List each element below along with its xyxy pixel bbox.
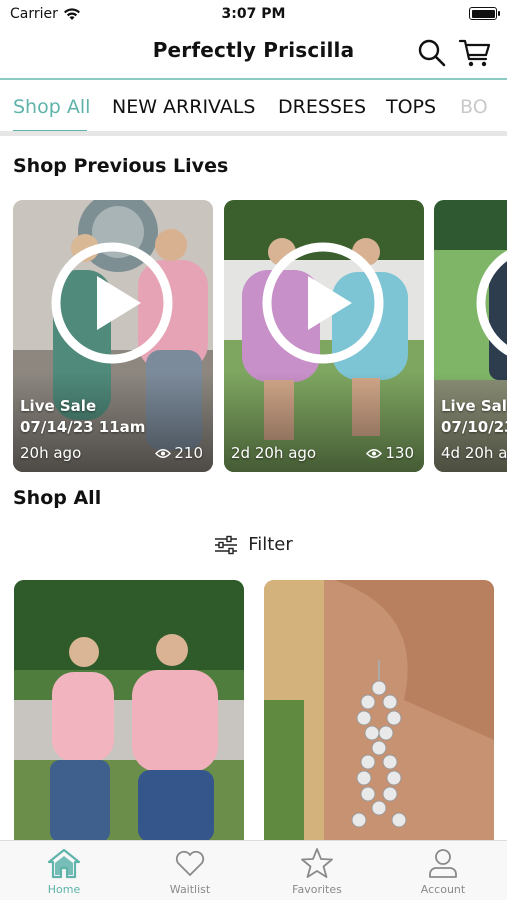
heart-icon <box>175 850 205 876</box>
view-count-value: 210 <box>174 444 203 462</box>
previous-lives-carousel: Live Sale 07/14/23 11am 20h ago 210 2d 2… <box>0 200 507 472</box>
eye-icon <box>366 448 383 458</box>
live-card[interactable]: Live Sale 07/10/23 4d 20h a <box>434 200 507 472</box>
play-icon <box>476 250 507 356</box>
tab-bar-label: Favorites <box>292 883 342 896</box>
tab-bar-favorites[interactable]: Favorites <box>267 847 367 896</box>
star-icon <box>301 848 333 878</box>
live-title: Live Sale <box>441 397 507 415</box>
filter-button[interactable]: Filter <box>0 534 507 555</box>
tab-bo[interactable]: BO <box>460 96 488 118</box>
tab-dresses[interactable]: DRESSES <box>278 96 366 118</box>
search-icon <box>418 39 446 67</box>
live-age: 4d 20h a <box>441 444 507 462</box>
bottom-tab-bar: Home Waitlist Favorites Account <box>0 840 507 900</box>
person-icon <box>429 849 457 878</box>
battery-icon <box>469 7 500 20</box>
live-title: Live Sale <box>20 397 97 415</box>
active-tab-indicator <box>13 130 87 131</box>
live-meta: 4d 20h a <box>441 444 507 462</box>
nav-bar: Perfectly Priscilla <box>0 28 507 78</box>
status-bar: Carrier 3:07 PM <box>0 0 507 28</box>
product-image <box>264 580 494 842</box>
tab-bar-waitlist[interactable]: Waitlist <box>140 847 240 896</box>
home-icon <box>47 848 81 879</box>
live-meta: 20h ago 210 <box>20 444 203 462</box>
live-meta: 2d 20h ago 130 <box>231 444 414 462</box>
live-info: Live Sale 07/14/23 11am <box>20 396 145 438</box>
play-icon <box>51 242 173 364</box>
tab-bar-label: Account <box>420 883 466 896</box>
live-date: 07/14/23 11am <box>20 418 146 436</box>
clock: 3:07 PM <box>221 6 286 22</box>
search-button[interactable] <box>417 38 447 68</box>
tab-tops[interactable]: TOPS <box>386 96 436 118</box>
filter-icon <box>215 535 238 554</box>
view-count: 210 <box>155 444 203 462</box>
play-icon <box>262 242 384 364</box>
shop-all-heading: Shop All <box>13 487 102 509</box>
live-age: 20h ago <box>20 444 82 462</box>
cart-icon <box>458 39 491 67</box>
live-card[interactable]: Live Sale 07/14/23 11am 20h ago 210 <box>13 200 213 472</box>
live-age: 2d 20h ago <box>231 444 317 462</box>
cart-button[interactable] <box>458 38 491 68</box>
tab-bar-label: Home <box>47 883 81 896</box>
product-card[interactable] <box>14 580 244 842</box>
previous-lives-heading: Shop Previous Lives <box>13 155 229 177</box>
product-card[interactable] <box>264 580 494 842</box>
view-count-value: 130 <box>385 444 414 462</box>
tab-shop-all[interactable]: Shop All <box>13 96 90 118</box>
filter-label: Filter <box>248 534 293 555</box>
view-count: 130 <box>366 444 414 462</box>
live-info: Live Sale 07/10/23 <box>441 396 507 438</box>
live-card[interactable]: 2d 20h ago 130 <box>224 200 424 472</box>
tab-bar-account[interactable]: Account <box>393 847 493 896</box>
tab-new-arrivals[interactable]: NEW ARRIVALS <box>112 96 255 118</box>
product-image <box>14 580 244 842</box>
live-date: 07/10/23 <box>441 418 507 436</box>
tab-bar-label: Waitlist <box>169 883 211 896</box>
eye-icon <box>155 448 172 458</box>
tab-bar-home[interactable]: Home <box>14 847 114 896</box>
category-tabs: Shop All NEW ARRIVALS DRESSES TOPS BO <box>0 78 507 136</box>
